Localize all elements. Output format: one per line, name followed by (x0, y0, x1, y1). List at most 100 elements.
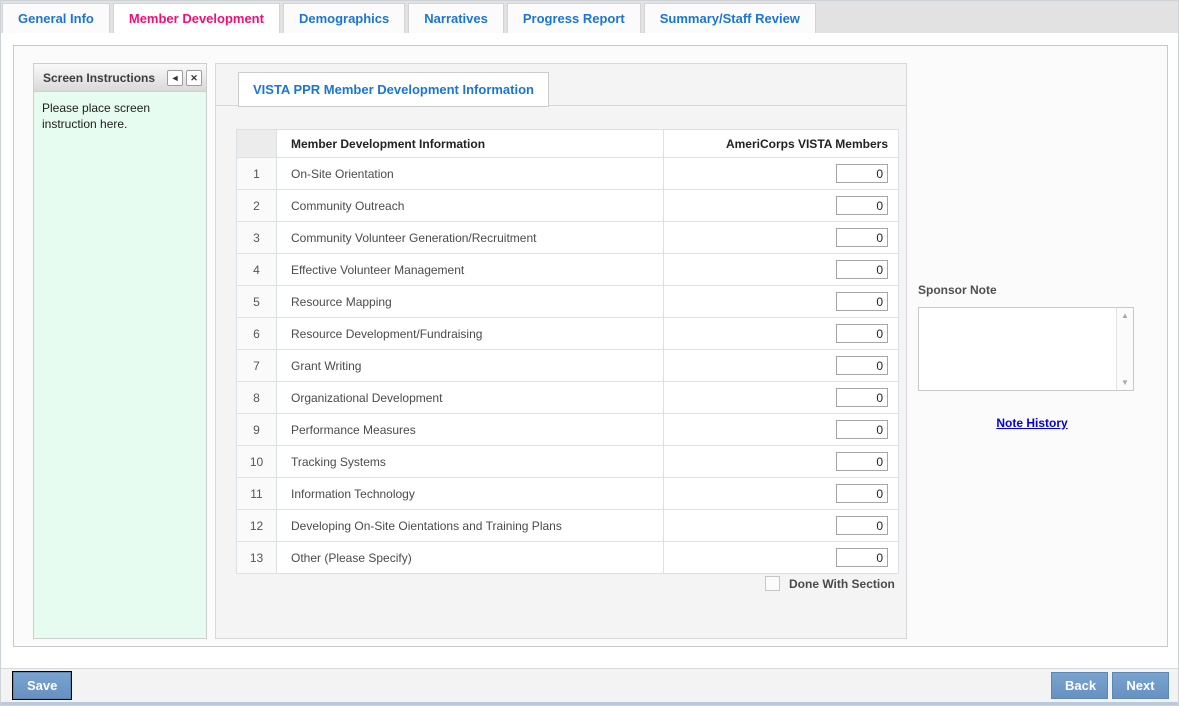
row-value-cell (664, 222, 899, 254)
row-value-cell (664, 478, 899, 510)
sponsor-note-textarea[interactable] (919, 308, 1116, 390)
member-development-panel: VISTA PPR Member Development Information… (215, 63, 907, 639)
row-number: 10 (237, 446, 277, 478)
member-count-input[interactable] (836, 548, 888, 567)
table-row: 1 On-Site Orientation (237, 158, 899, 190)
footer-bar: Save Back Next (1, 669, 1178, 704)
member-development-table: Member Development Information AmeriCorp… (236, 129, 899, 574)
table-row: 6 Resource Development/Fundraising (237, 318, 899, 350)
table-row: 3 Community Volunteer Generation/Recruit… (237, 222, 899, 254)
member-count-input[interactable] (836, 324, 888, 343)
member-count-input[interactable] (836, 164, 888, 183)
table-row: 10 Tracking Systems (237, 446, 899, 478)
close-icon[interactable]: ✕ (186, 70, 202, 86)
table-row: 2 Community Outreach (237, 190, 899, 222)
row-number: 11 (237, 478, 277, 510)
row-value-cell (664, 286, 899, 318)
table-row: 11 Information Technology (237, 478, 899, 510)
row-label: Information Technology (277, 478, 664, 510)
row-number: 4 (237, 254, 277, 286)
member-count-input[interactable] (836, 356, 888, 375)
row-number: 2 (237, 190, 277, 222)
table-header-row: Member Development Information AmeriCorp… (237, 130, 899, 158)
table-row: 5 Resource Mapping (237, 286, 899, 318)
header-value: AmeriCorps VISTA Members (664, 130, 899, 158)
member-count-input[interactable] (836, 260, 888, 279)
note-history-link[interactable]: Note History (918, 416, 1146, 430)
header-label: Member Development Information (277, 130, 664, 158)
tab-general-info[interactable]: General Info (2, 3, 110, 33)
row-label: Community Volunteer Generation/Recruitme… (277, 222, 664, 254)
tab-summary-staff-review[interactable]: Summary/Staff Review (644, 3, 816, 33)
member-count-input[interactable] (836, 196, 888, 215)
content-panel: Screen Instructions ◄ ✕ Please place scr… (13, 45, 1168, 647)
collapse-arrow-icon[interactable]: ◄ (167, 70, 183, 86)
row-value-cell (664, 414, 899, 446)
table-row: 13 Other (Please Specify) (237, 542, 899, 574)
screen-instructions-text: Please place screen instruction here. (34, 92, 206, 141)
sponsor-note-label: Sponsor Note (918, 283, 1146, 297)
back-button[interactable]: Back (1051, 672, 1108, 699)
screen-instructions-panel: Screen Instructions ◄ ✕ Please place scr… (33, 63, 207, 639)
row-value-cell (664, 446, 899, 478)
row-value-cell (664, 350, 899, 382)
row-label: Grant Writing (277, 350, 664, 382)
row-label: Other (Please Specify) (277, 542, 664, 574)
row-label: Developing On-Site Oientations and Train… (277, 510, 664, 542)
row-number: 5 (237, 286, 277, 318)
member-count-input[interactable] (836, 516, 888, 535)
row-value-cell (664, 542, 899, 574)
row-number: 8 (237, 382, 277, 414)
application-window: General Info Member Development Demograp… (0, 0, 1179, 706)
table-row: 7 Grant Writing (237, 350, 899, 382)
row-label: Organizational Development (277, 382, 664, 414)
tab-demographics[interactable]: Demographics (283, 3, 405, 33)
save-button[interactable]: Save (13, 672, 71, 699)
member-count-input[interactable] (836, 452, 888, 471)
row-label: Performance Measures (277, 414, 664, 446)
row-label: Tracking Systems (277, 446, 664, 478)
member-count-input[interactable] (836, 292, 888, 311)
row-number: 7 (237, 350, 277, 382)
table-row: 12 Developing On-Site Oientations and Tr… (237, 510, 899, 542)
row-value-cell (664, 254, 899, 286)
scroll-down-icon[interactable]: ▼ (1121, 378, 1129, 387)
scroll-up-icon[interactable]: ▲ (1121, 311, 1129, 320)
row-value-cell (664, 318, 899, 350)
row-value-cell (664, 158, 899, 190)
table-body: 1 On-Site Orientation 2 Community Outrea… (237, 158, 899, 574)
member-count-input[interactable] (836, 420, 888, 439)
row-value-cell (664, 190, 899, 222)
row-number: 3 (237, 222, 277, 254)
member-count-input[interactable] (836, 484, 888, 503)
row-label: On-Site Orientation (277, 158, 664, 190)
tab-progress-report[interactable]: Progress Report (507, 3, 641, 33)
tab-bar: General Info Member Development Demograp… (1, 1, 1178, 33)
next-button[interactable]: Next (1112, 672, 1169, 699)
tab-member-development[interactable]: Member Development (113, 3, 280, 33)
row-value-cell (664, 382, 899, 414)
screen-instructions-title: Screen Instructions (43, 71, 164, 85)
sponsor-note-section: Sponsor Note ▲ ▼ Note History (918, 276, 1146, 430)
sponsor-note-field: ▲ ▼ (918, 307, 1134, 391)
tab-narratives[interactable]: Narratives (408, 3, 504, 33)
member-count-input[interactable] (836, 228, 888, 247)
window-bottom-edge (1, 702, 1178, 705)
done-with-section-checkbox[interactable] (765, 576, 780, 591)
table-row: 4 Effective Volunteer Management (237, 254, 899, 286)
screen-instructions-header: Screen Instructions ◄ ✕ (34, 64, 206, 92)
row-number: 9 (237, 414, 277, 446)
row-number: 13 (237, 542, 277, 574)
done-with-section-row: Done With Section (765, 576, 895, 591)
done-with-section-label: Done With Section (789, 577, 895, 591)
textarea-scrollbar[interactable]: ▲ ▼ (1116, 308, 1133, 390)
row-label: Resource Development/Fundraising (277, 318, 664, 350)
row-number: 1 (237, 158, 277, 190)
table-row: 9 Performance Measures (237, 414, 899, 446)
row-label: Community Outreach (277, 190, 664, 222)
member-count-input[interactable] (836, 388, 888, 407)
row-value-cell (664, 510, 899, 542)
row-number: 12 (237, 510, 277, 542)
table-row: 8 Organizational Development (237, 382, 899, 414)
panel-title: VISTA PPR Member Development Information (238, 72, 549, 107)
